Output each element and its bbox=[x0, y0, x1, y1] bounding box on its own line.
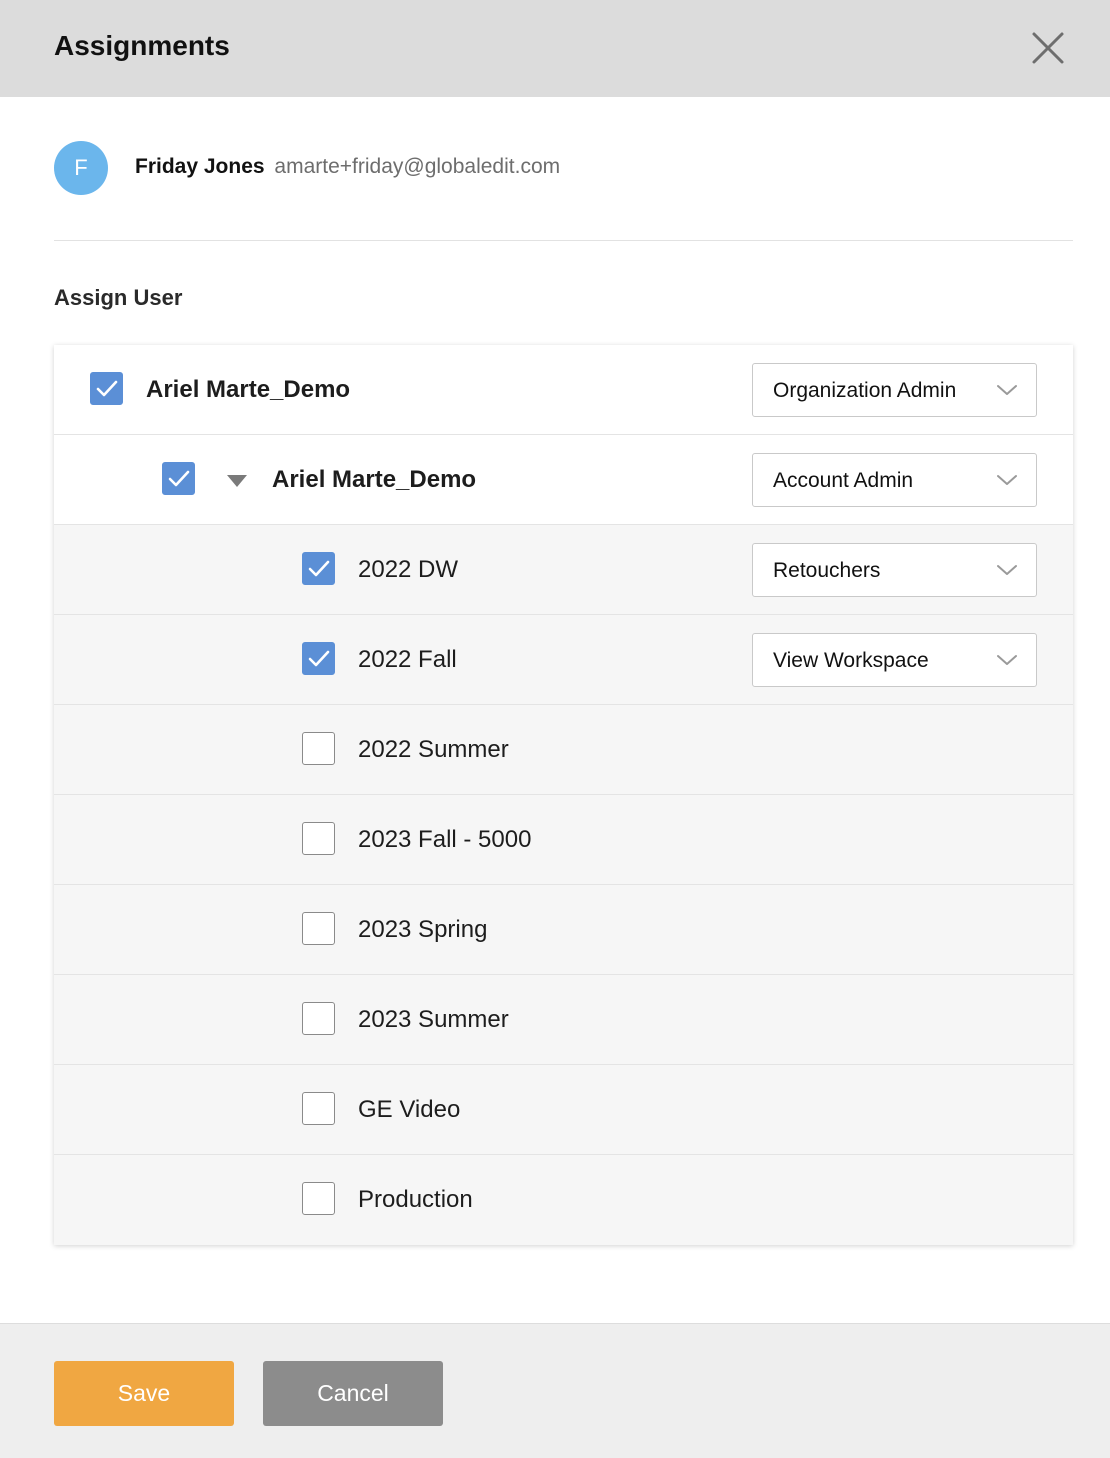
role-select-value: Account Admin bbox=[773, 469, 914, 492]
workspace-checkbox[interactable] bbox=[302, 912, 335, 945]
chevron-down-icon bbox=[997, 565, 1017, 575]
divider bbox=[54, 240, 1073, 241]
tree-row-organization: Ariel Marte_Demo Organization Admin bbox=[54, 345, 1073, 435]
avatar: F bbox=[54, 141, 108, 195]
cancel-button[interactable]: Cancel bbox=[263, 1361, 443, 1426]
workspace-label: 2022 DW bbox=[358, 556, 459, 583]
save-button[interactable]: Save bbox=[54, 1361, 234, 1426]
tree-row-workspace: 2022 Fall View Workspace bbox=[54, 615, 1073, 705]
workspace-label: 2023 Fall - 5000 bbox=[358, 826, 532, 853]
workspace-checkbox[interactable] bbox=[302, 1182, 335, 1215]
close-button[interactable] bbox=[1028, 28, 1068, 68]
role-select-value: View Workspace bbox=[773, 649, 929, 672]
tree-row-workspace: 2023 Summer bbox=[54, 975, 1073, 1065]
tree-row-workspace: 2023 Fall - 5000 bbox=[54, 795, 1073, 885]
checkmark-icon bbox=[168, 470, 189, 486]
workspace-label: 2022 Fall bbox=[358, 646, 457, 673]
user-name: Friday Jones bbox=[135, 155, 265, 178]
tree-row-account: Ariel Marte_Demo Account Admin bbox=[54, 435, 1073, 525]
user-email: amarte+friday@globaledit.com bbox=[274, 155, 561, 178]
caret-down-icon[interactable] bbox=[226, 473, 248, 489]
workspace-label: 2023 Summer bbox=[358, 1006, 509, 1033]
checkmark-icon bbox=[308, 560, 329, 576]
workspace-role-select[interactable]: View Workspace bbox=[752, 633, 1037, 687]
workspace-checkbox[interactable] bbox=[302, 642, 335, 675]
chevron-down-icon bbox=[997, 385, 1017, 395]
chevron-down-icon bbox=[997, 655, 1017, 665]
modal-title: Assignments bbox=[54, 30, 230, 61]
workspace-checkbox[interactable] bbox=[302, 1002, 335, 1035]
user-summary: F Friday Jones amarte+friday@globaledit.… bbox=[54, 141, 1074, 195]
assignment-tree: Ariel Marte_Demo Organization Admin Arie… bbox=[54, 345, 1073, 1245]
account-checkbox[interactable] bbox=[162, 462, 195, 495]
tree-row-workspace: GE Video bbox=[54, 1065, 1073, 1155]
checkmark-icon bbox=[96, 380, 117, 396]
workspace-role-select[interactable]: Retouchers bbox=[752, 543, 1037, 597]
workspace-label: 2023 Spring bbox=[358, 916, 488, 943]
account-role-select[interactable]: Account Admin bbox=[752, 453, 1037, 507]
tree-row-workspace: 2022 Summer bbox=[54, 705, 1073, 795]
account-label: Ariel Marte_Demo bbox=[272, 466, 477, 493]
workspace-label: Production bbox=[358, 1186, 473, 1213]
workspace-checkbox[interactable] bbox=[302, 1092, 335, 1125]
workspace-checkbox[interactable] bbox=[302, 822, 335, 855]
workspace-checkbox[interactable] bbox=[302, 732, 335, 765]
workspace-label: 2022 Summer bbox=[358, 736, 509, 763]
organization-label: Ariel Marte_Demo bbox=[146, 376, 351, 403]
role-select-value: Organization Admin bbox=[773, 379, 957, 402]
modal-header: Assignments bbox=[0, 0, 1110, 97]
close-icon bbox=[1032, 32, 1064, 64]
tree-row-workspace: 2023 Spring bbox=[54, 885, 1073, 975]
organization-checkbox[interactable] bbox=[90, 372, 123, 405]
checkmark-icon bbox=[308, 650, 329, 666]
role-select-value: Retouchers bbox=[773, 559, 881, 582]
chevron-down-icon bbox=[997, 475, 1017, 485]
user-identity: Friday Jones amarte+friday@globaledit.co… bbox=[135, 155, 560, 179]
organization-role-select[interactable]: Organization Admin bbox=[752, 363, 1037, 417]
tree-row-workspace: 2022 DW Retouchers bbox=[54, 525, 1073, 615]
section-title: Assign User bbox=[54, 285, 183, 310]
tree-row-workspace: Production bbox=[54, 1155, 1073, 1245]
workspace-label: GE Video bbox=[358, 1096, 461, 1123]
workspace-checkbox[interactable] bbox=[302, 552, 335, 585]
modal-footer: Save Cancel bbox=[0, 1323, 1110, 1458]
